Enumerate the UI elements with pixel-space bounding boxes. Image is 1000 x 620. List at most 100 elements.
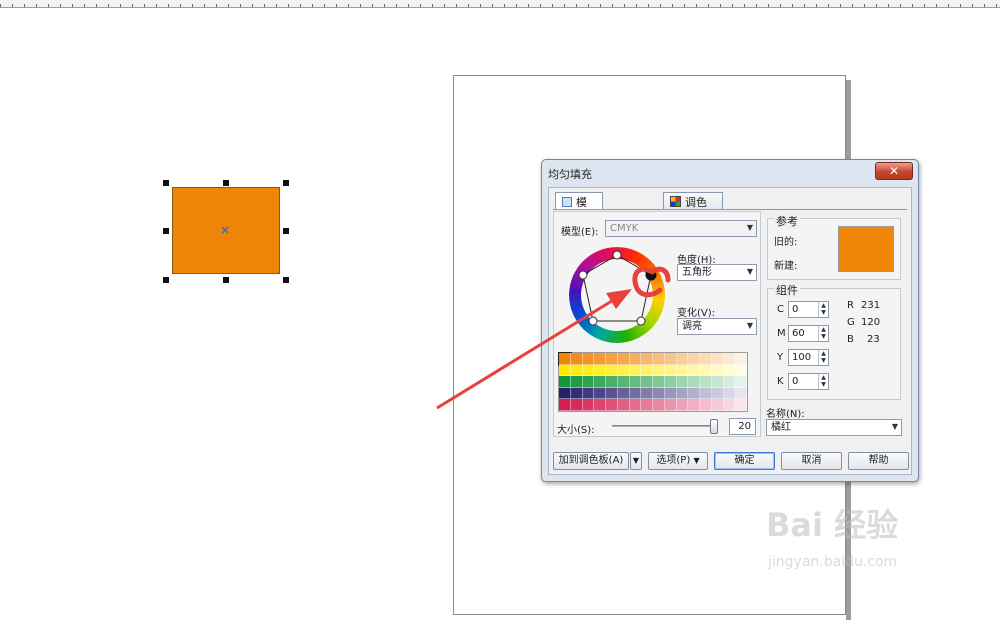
swatch-cell[interactable] [723, 376, 736, 388]
swatch-cell[interactable] [653, 376, 665, 388]
spin-arrows-icon[interactable]: ▲ ▼ [818, 302, 828, 317]
swatch-cell[interactable] [594, 399, 606, 411]
selection-handle-middle-left[interactable] [163, 228, 169, 234]
help-button[interactable]: 帮助 [848, 452, 909, 470]
swatch-cell[interactable] [688, 387, 700, 400]
swatch-cell[interactable] [711, 387, 724, 400]
swatch-cell[interactable] [688, 353, 700, 365]
swatch-cell[interactable] [559, 387, 571, 400]
swatch-cell[interactable] [735, 353, 747, 365]
swatch-cell[interactable] [735, 376, 747, 388]
swatch-cell[interactable] [606, 399, 618, 411]
options-button[interactable]: 选项(P) ▼ [648, 452, 708, 470]
swatch-cell[interactable] [711, 364, 724, 377]
swatch-cell[interactable] [641, 353, 653, 365]
swatch-cell[interactable] [582, 387, 595, 400]
swatch-cell[interactable] [700, 387, 712, 400]
cancel-button[interactable]: 取消 [781, 452, 842, 470]
m-input[interactable]: 60 ▲ ▼ [788, 325, 829, 342]
swatch-cell[interactable] [676, 376, 689, 388]
swatch-cell[interactable] [700, 376, 712, 388]
color-wheel[interactable] [565, 243, 669, 347]
swatch-cell[interactable] [606, 387, 618, 400]
close-button[interactable]: ✕ [875, 162, 913, 180]
selection-handle-bottom-right[interactable] [283, 277, 289, 283]
swatch-cell[interactable] [606, 376, 618, 388]
swatch-cell[interactable] [582, 364, 595, 377]
swatch-cell[interactable] [629, 364, 642, 377]
swatch-cell[interactable] [711, 353, 724, 365]
swatch-cell[interactable] [617, 399, 630, 411]
swatch-cell[interactable] [653, 399, 665, 411]
swatch-cell[interactable] [653, 387, 665, 400]
swatch-grid[interactable] [558, 352, 748, 412]
swatch-cell[interactable] [676, 364, 689, 377]
variation-select[interactable]: 调亮 ▼ [677, 318, 757, 335]
swatch-cell[interactable] [570, 399, 583, 411]
horizontal-ruler[interactable] [0, 0, 1000, 8]
swatch-cell[interactable] [641, 376, 653, 388]
swatch-cell[interactable] [711, 399, 724, 411]
spin-arrows-icon[interactable]: ▲ ▼ [818, 374, 828, 389]
swatch-cell[interactable] [653, 364, 665, 377]
swatch-cell[interactable] [629, 376, 642, 388]
swatch-cell[interactable] [570, 353, 583, 365]
swatch-cell[interactable] [723, 399, 736, 411]
swatch-cell[interactable] [723, 364, 736, 377]
c-input[interactable]: 0 ▲ ▼ [788, 301, 829, 318]
y-input[interactable]: 100 ▲ ▼ [788, 349, 829, 366]
spin-arrows-icon[interactable]: ▲ ▼ [818, 350, 828, 365]
swatch-cell[interactable] [629, 353, 642, 365]
swatch-cell[interactable] [594, 364, 606, 377]
selection-handle-top-middle[interactable] [223, 180, 229, 186]
swatch-cell[interactable] [617, 353, 630, 365]
swatch-cell[interactable] [664, 387, 677, 400]
swatch-cell[interactable] [617, 364, 630, 377]
hue-node-2[interactable] [578, 270, 588, 280]
swatch-cell[interactable] [558, 352, 572, 366]
swatch-cell[interactable] [606, 353, 618, 365]
tab-palette[interactable]: 调色板 [663, 192, 723, 225]
swatch-cell[interactable] [570, 364, 583, 377]
swatch-cell[interactable] [735, 399, 747, 411]
selection-handle-bottom-left[interactable] [163, 277, 169, 283]
selection-handle-middle-right[interactable] [283, 228, 289, 234]
swatch-cell[interactable] [653, 353, 665, 365]
swatch-cell[interactable] [664, 364, 677, 377]
hue-primary-node[interactable] [645, 269, 657, 281]
swatch-cell[interactable] [688, 376, 700, 388]
swatch-cell[interactable] [664, 353, 677, 365]
swatch-cell[interactable] [664, 399, 677, 411]
swatch-cell[interactable] [664, 376, 677, 388]
swatch-cell[interactable] [723, 353, 736, 365]
swatch-cell[interactable] [594, 353, 606, 365]
swatch-cell[interactable] [617, 387, 630, 400]
swatch-cell[interactable] [606, 364, 618, 377]
swatch-cell[interactable] [735, 387, 747, 400]
swatch-cell[interactable] [735, 364, 747, 377]
swatch-cell[interactable] [641, 387, 653, 400]
model-select[interactable]: CMYK ▼ [605, 220, 757, 237]
swatch-cell[interactable] [700, 353, 712, 365]
color-name-select[interactable]: 橘红 ▼ [766, 419, 902, 436]
swatch-cell[interactable] [676, 387, 689, 400]
swatch-cell[interactable] [570, 376, 583, 388]
swatch-cell[interactable] [559, 399, 571, 411]
swatch-cell[interactable] [594, 387, 606, 400]
swatch-cell[interactable] [570, 387, 583, 400]
ok-button[interactable]: 确定 [714, 452, 775, 470]
swatch-cell[interactable] [629, 387, 642, 400]
size-input[interactable]: 20 [729, 418, 756, 435]
size-slider-track[interactable] [612, 425, 715, 427]
swatch-cell[interactable] [582, 353, 595, 365]
selection-handle-bottom-middle[interactable] [223, 277, 229, 283]
swatch-cell[interactable] [559, 364, 571, 377]
swatch-cell[interactable] [559, 376, 571, 388]
hue-node-3[interactable] [588, 316, 598, 326]
swatch-cell[interactable] [582, 376, 595, 388]
swatch-cell[interactable] [711, 376, 724, 388]
swatch-cell[interactable] [617, 376, 630, 388]
swatch-cell[interactable] [676, 353, 689, 365]
size-slider-thumb[interactable] [710, 419, 718, 434]
swatch-cell[interactable] [594, 376, 606, 388]
